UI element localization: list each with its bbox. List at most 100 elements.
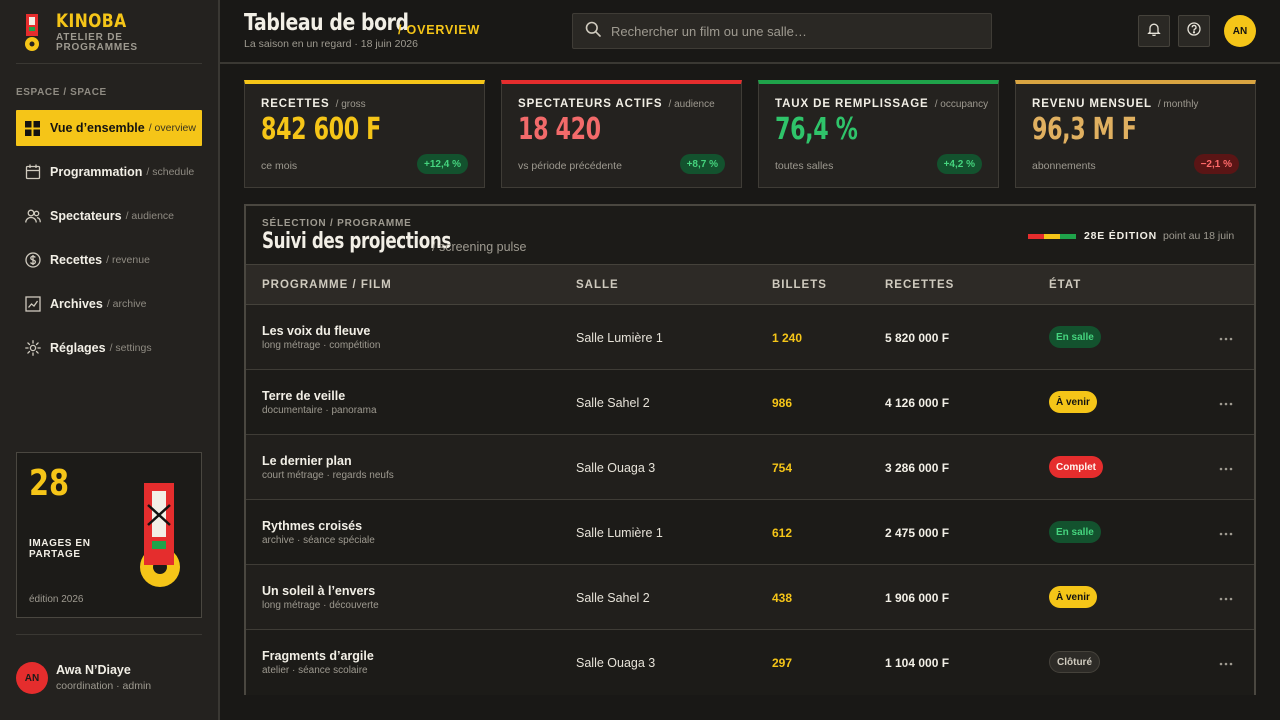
status-badge: À venir: [1049, 391, 1097, 413]
column-header-tickets[interactable]: BILLETS: [772, 279, 827, 291]
notifications-button[interactable]: [1138, 15, 1170, 47]
promo-card[interactable]: 28 IMAGES EN PARTAGE édition 2026: [16, 452, 202, 618]
panel-title: Suivi des projections: [262, 229, 451, 254]
edition-date: point au 18 juin: [1163, 230, 1235, 242]
film-meta: archive · séance spéciale: [262, 535, 375, 546]
status-badge: Complet: [1049, 456, 1103, 478]
kpi-title-text: RECETTES: [261, 98, 330, 110]
hall-cell: Salle Sahel 2: [576, 591, 650, 605]
film-meta: documentaire · panorama: [262, 405, 377, 416]
sidebar-item-audience[interactable]: Spectateurs / audience: [16, 198, 202, 234]
tickets-cell: 438: [772, 591, 793, 605]
kpi-note: abonnements: [1032, 160, 1096, 172]
sidebar-item-en: / schedule: [146, 166, 195, 178]
sidebar-item-en: / overview: [148, 122, 196, 134]
table-row[interactable]: Les voix du fleuve long métrage · compét…: [246, 305, 1254, 370]
divider: [16, 634, 202, 635]
film-title: Le dernier plan: [262, 454, 352, 468]
film-meta: atelier · séance scolaire: [262, 665, 368, 676]
hall-cell: Salle Ouaga 3: [576, 461, 656, 475]
table-row[interactable]: Fragments d’argile atelier · séance scol…: [246, 630, 1254, 695]
row-menu-button[interactable]: [1214, 650, 1238, 674]
gear-icon: [24, 340, 41, 357]
column-header-status[interactable]: ÉTAT: [1049, 279, 1081, 291]
tickets-cell: 612: [772, 526, 793, 540]
revenue-cell: 5 820 000 F: [885, 331, 950, 345]
table-row[interactable]: Un soleil à l’envers long métrage · déco…: [246, 565, 1254, 630]
help-icon: [1187, 21, 1201, 41]
film-title: Fragments d’argile: [262, 649, 374, 663]
hall-cell: Salle Lumière 1: [576, 526, 663, 540]
users-icon: [24, 208, 41, 225]
more-horizontal-icon: [1219, 523, 1233, 541]
sidebar-item-settings[interactable]: Réglages / settings: [16, 330, 202, 366]
avatar[interactable]: AN: [16, 662, 48, 694]
kpi-title-en: / gross: [335, 99, 366, 110]
film-meta: long métrage · découverte: [262, 600, 379, 611]
more-horizontal-icon: [1219, 653, 1233, 671]
help-button[interactable]: [1178, 15, 1210, 47]
kpi-title: REVENU MENSUEL / monthly: [1032, 98, 1198, 110]
column-header-hall[interactable]: SALLE: [576, 279, 619, 291]
brand-subtitle: ATELIER DE PROGRAMMES: [56, 32, 138, 53]
bell-icon: [1147, 22, 1161, 41]
chart-icon: [24, 296, 41, 313]
avatar[interactable]: AN: [1224, 15, 1256, 47]
kpi-title: SPECTATEURS ACTIFS / audience: [518, 98, 715, 110]
column-header-revenue[interactable]: RECETTES: [885, 279, 954, 291]
sidebar-item-label: Programmation: [50, 165, 143, 179]
more-horizontal-icon: [1219, 328, 1233, 346]
row-menu-button[interactable]: [1214, 585, 1238, 609]
more-horizontal-icon: [1219, 458, 1233, 476]
tickets-cell: 986: [772, 396, 793, 410]
sidebar-item-schedule[interactable]: Programmation / schedule: [16, 154, 202, 190]
sidebar-item-revenue[interactable]: Recettes / revenue: [16, 242, 202, 278]
calendar-icon: [24, 164, 41, 181]
kpi-delta-badge: +4,2 %: [936, 154, 982, 174]
column-header-film[interactable]: PROGRAMME / FILM: [262, 279, 392, 291]
kpi-card-occupancy[interactable]: TAUX DE REMPLISSAGE / occupancy 76,4 % t…: [758, 80, 999, 188]
promo-text: IMAGES EN PARTAGE: [29, 538, 91, 560]
kpi-delta-badge: +12,4 %: [417, 154, 468, 174]
top-header: Tableau de bord / OVERVIEW La saison en …: [220, 0, 1280, 64]
grid-icon: [24, 120, 41, 137]
sidebar-item-label: Archives: [50, 297, 103, 311]
status-badge: Clôturé: [1049, 651, 1100, 673]
kpi-title: RECETTES / gross: [261, 98, 366, 110]
kpi-card-audience[interactable]: SPECTATEURS ACTIFS / audience 18 420 vs …: [501, 80, 742, 188]
row-menu-button[interactable]: [1214, 455, 1238, 479]
hall-cell: Salle Sahel 2: [576, 396, 650, 410]
sidebar-item-en: / revenue: [106, 254, 150, 266]
row-menu-button[interactable]: [1214, 520, 1238, 544]
page-subtitle: La saison en un regard · 18 juin 2026: [244, 38, 418, 50]
search-input[interactable]: [611, 23, 981, 39]
panel-title-en: / screening pulse: [432, 240, 527, 254]
table-row[interactable]: Rythmes croisés archive · séance spécial…: [246, 500, 1254, 565]
brand-logo-icon: [25, 14, 39, 51]
sidebar: KINOBA ATELIER DE PROGRAMMES ESPACE / SP…: [0, 0, 220, 720]
table-row[interactable]: Le dernier plan court métrage · regards …: [246, 435, 1254, 500]
row-menu-button[interactable]: [1214, 325, 1238, 349]
kpi-delta-badge: −2,1 %: [1193, 154, 1239, 174]
table-row[interactable]: Terre de veille documentaire · panorama …: [246, 370, 1254, 435]
kpi-value: 18 420: [518, 112, 601, 147]
sidebar-item-label: Recettes: [50, 253, 103, 267]
row-menu-button[interactable]: [1214, 390, 1238, 414]
film-title: Terre de veille: [262, 389, 346, 403]
film-reel-icon: [140, 483, 180, 587]
revenue-cell: 1 104 000 F: [885, 656, 950, 670]
sidebar-item-en: / settings: [109, 342, 152, 354]
hall-cell: Salle Lumière 1: [576, 331, 663, 345]
status-badge: En salle: [1049, 521, 1101, 543]
search-bar[interactable]: [572, 13, 992, 49]
sidebar-item-archive[interactable]: Archives / archive: [16, 286, 202, 322]
sidebar-item-overview[interactable]: Vue d’ensemble / overview: [16, 110, 202, 146]
page-title-en: / OVERVIEW: [398, 23, 481, 37]
sidebar-nav: Vue d’ensemble / overview Programmation …: [16, 110, 202, 374]
kpi-title: TAUX DE REMPLISSAGE / occupancy: [775, 98, 988, 110]
more-horizontal-icon: [1219, 393, 1233, 411]
kpi-card-monthly[interactable]: REVENU MENSUEL / monthly 96,3 M F abonne…: [1015, 80, 1256, 188]
kpi-title-text: SPECTATEURS ACTIFS: [518, 98, 663, 110]
brand: KINOBA ATELIER DE PROGRAMMES: [16, 10, 202, 64]
kpi-card-gross[interactable]: RECETTES / gross 842 600 F ce mois +12,4…: [244, 80, 485, 188]
